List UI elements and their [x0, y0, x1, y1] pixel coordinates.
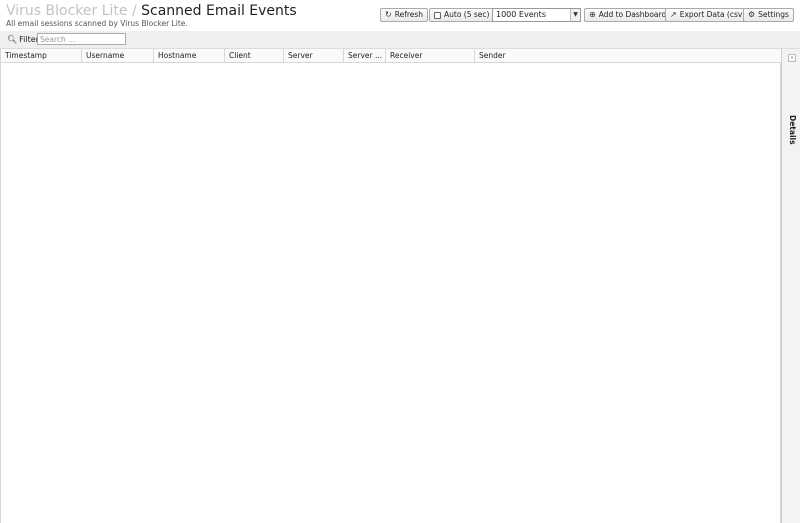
breadcrumb-separator: /	[131, 3, 137, 19]
export-icon: ↗	[670, 10, 677, 19]
breadcrumb-parent[interactable]: Virus Blocker Lite	[6, 3, 128, 19]
settings-label: Settings	[758, 10, 789, 19]
column-header-timestamp[interactable]: Timestamp	[1, 49, 82, 63]
events-limit-value: 1000 Events	[496, 10, 546, 19]
auto-refresh-label: Auto (5 sec)	[444, 10, 490, 19]
column-header-receiver[interactable]: Receiver	[386, 49, 475, 63]
column-header-server[interactable]: Server	[284, 49, 344, 63]
breadcrumb-current: Scanned Email Events	[141, 3, 297, 19]
auto-refresh-toggle[interactable]: Auto (5 sec)	[429, 8, 495, 22]
refresh-label: Refresh	[394, 10, 424, 19]
grid-header: Timestamp Username Hostname Client Serve…	[1, 49, 781, 63]
refresh-button[interactable]: ↻ Refresh	[380, 8, 429, 22]
page-subtitle: All email sessions scanned by Virus Bloc…	[6, 19, 188, 28]
page-title: Virus Blocker Lite / Scanned Email Event…	[6, 3, 297, 19]
column-header-username[interactable]: Username	[82, 49, 154, 63]
export-data-label: Export Data (csv)	[679, 10, 746, 19]
details-panel[interactable]: « Details	[781, 49, 800, 523]
search-input[interactable]	[37, 33, 126, 45]
add-to-dashboard-button[interactable]: ⊕ Add to Dashboard	[584, 8, 672, 22]
page-header: Virus Blocker Lite / Scanned Email Event…	[0, 0, 800, 31]
gear-icon: ⚙	[748, 10, 756, 19]
filter-label-text: Filter	[19, 35, 39, 44]
column-header-hostname[interactable]: Hostname	[154, 49, 225, 63]
plus-icon: ⊕	[589, 10, 596, 19]
auto-refresh-checkbox[interactable]	[434, 11, 441, 19]
refresh-icon: ↻	[385, 10, 392, 19]
search-icon: 🔍︎	[7, 34, 18, 44]
collapse-icon[interactable]: «	[788, 54, 796, 62]
events-grid: Timestamp Username Hostname Client Serve…	[0, 49, 781, 523]
settings-button[interactable]: ⚙ Settings	[743, 8, 794, 22]
column-header-server-port[interactable]: Server ...	[344, 49, 386, 63]
filter-label: 🔍︎ Filter	[7, 35, 39, 44]
column-header-sender[interactable]: Sender	[475, 49, 781, 63]
column-header-client[interactable]: Client	[225, 49, 284, 63]
filter-bar: 🔍︎ Filter	[0, 31, 800, 49]
add-to-dashboard-label: Add to Dashboard	[598, 10, 667, 19]
events-limit-select[interactable]: 1000 Events ▼	[492, 8, 581, 22]
export-data-button[interactable]: ↗ Export Data (csv)	[665, 8, 751, 22]
chevron-down-icon[interactable]: ▼	[570, 9, 580, 21]
details-label: Details	[788, 115, 797, 145]
